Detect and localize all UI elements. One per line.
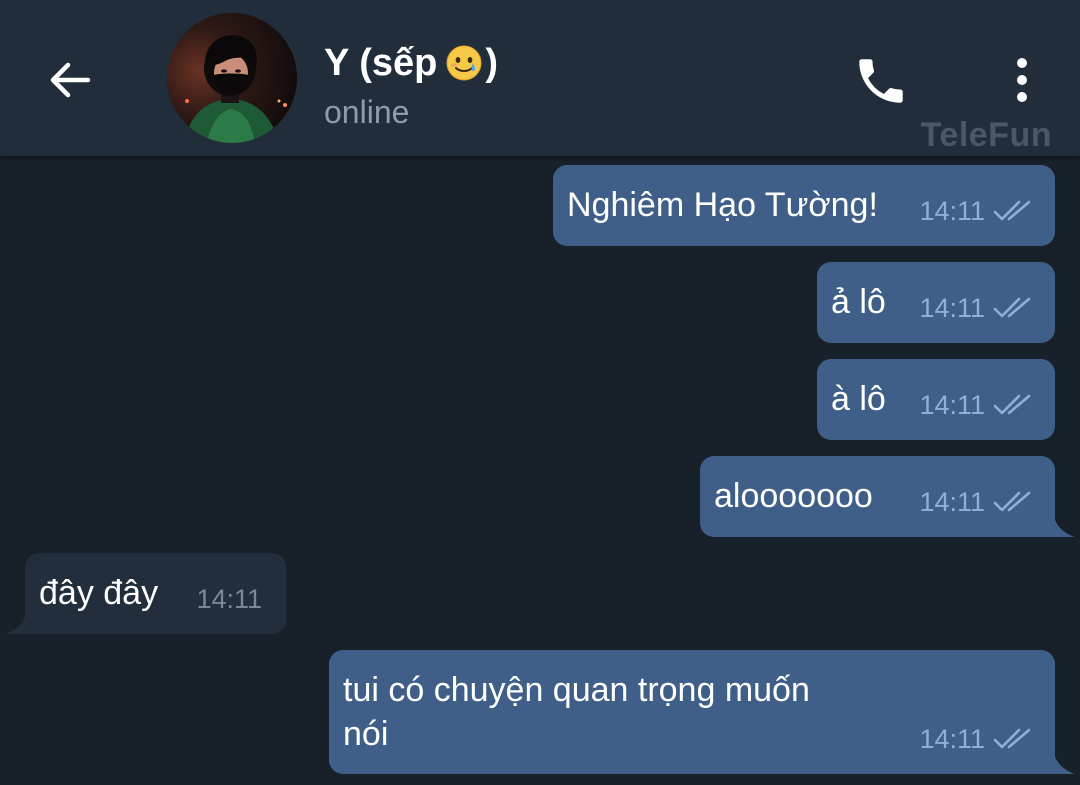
chat-header: Y (sếp ) online TeleFun xyxy=(0,0,1080,156)
message-time: 14:11 xyxy=(919,487,985,517)
message-text-line-2: nói xyxy=(343,715,389,753)
message-bubble-incoming[interactable]: đây đây 14:11 xyxy=(5,553,286,634)
message-time: 14:11 xyxy=(919,196,985,226)
message-meta: 14:11 xyxy=(919,390,1033,420)
double-check-icon xyxy=(993,394,1031,415)
back-button[interactable] xyxy=(40,50,100,110)
watermark: TeleFun xyxy=(920,116,1052,154)
message-bubble-outgoing[interactable]: tui có chuyện quan trọng muốn nói 14:11 xyxy=(329,650,1075,774)
message-meta: 14:11 xyxy=(919,293,1033,323)
contact-name-suffix: ) xyxy=(485,42,499,84)
avatar[interactable] xyxy=(167,13,297,143)
message-bubble-outgoing[interactable]: Nghiêm Hạo Tường! 14:11 xyxy=(553,165,1055,246)
message-time: 14:11 xyxy=(919,390,985,420)
more-vertical-icon xyxy=(1017,58,1027,68)
bubble-tail xyxy=(5,610,27,634)
message-text: Nghiêm Hạo Tường! xyxy=(567,186,878,224)
message-time: 14:11 xyxy=(196,584,262,614)
message-meta: 14:11 xyxy=(196,584,262,614)
message-bubble-outgoing[interactable]: ả lô 14:11 xyxy=(817,262,1055,343)
contact-name: Y (sếp ) xyxy=(324,40,498,86)
message-meta: 14:11 xyxy=(919,724,1033,754)
contact-name-prefix: Y (sếp xyxy=(324,42,438,84)
more-vertical-icon-dot-2 xyxy=(1017,75,1027,85)
message-text-line-1: tui có chuyện quan trọng muốn xyxy=(343,671,810,709)
message-bubble-outgoing[interactable]: alooooooo 14:11 xyxy=(700,456,1075,537)
call-button[interactable] xyxy=(852,52,910,110)
message-time: 14:11 xyxy=(919,724,985,754)
message-meta: 14:11 xyxy=(919,487,1033,517)
message-time: 14:11 xyxy=(919,293,985,323)
message-text: alooooooo xyxy=(714,477,873,515)
message-bubble-outgoing[interactable]: à lô 14:11 xyxy=(817,359,1055,440)
message-text: à lô xyxy=(831,380,886,418)
double-check-icon xyxy=(993,200,1031,221)
message-text: đây đây xyxy=(39,574,159,612)
chat-title-area[interactable]: Y (sếp ) online xyxy=(324,40,498,132)
double-check-icon xyxy=(993,491,1031,512)
more-options-button[interactable] xyxy=(1000,52,1044,108)
avatar-photo xyxy=(167,13,297,143)
smiling-face-with-tear-icon xyxy=(445,44,483,82)
message-meta: 14:11 xyxy=(919,196,1033,226)
more-vertical-icon-dot-3 xyxy=(1017,92,1027,102)
arrow-left-icon xyxy=(50,62,91,98)
message-text: ả lô xyxy=(831,283,886,321)
bubble-tail xyxy=(1053,513,1075,537)
double-check-icon xyxy=(993,297,1031,318)
bubble-tail xyxy=(1053,750,1075,774)
phone-icon xyxy=(859,59,903,103)
contact-status: online xyxy=(324,94,410,130)
double-check-icon xyxy=(993,728,1031,749)
chat-screen: Y (sếp ) online TeleFun Nghiêm Hạo Tường… xyxy=(0,0,1080,785)
